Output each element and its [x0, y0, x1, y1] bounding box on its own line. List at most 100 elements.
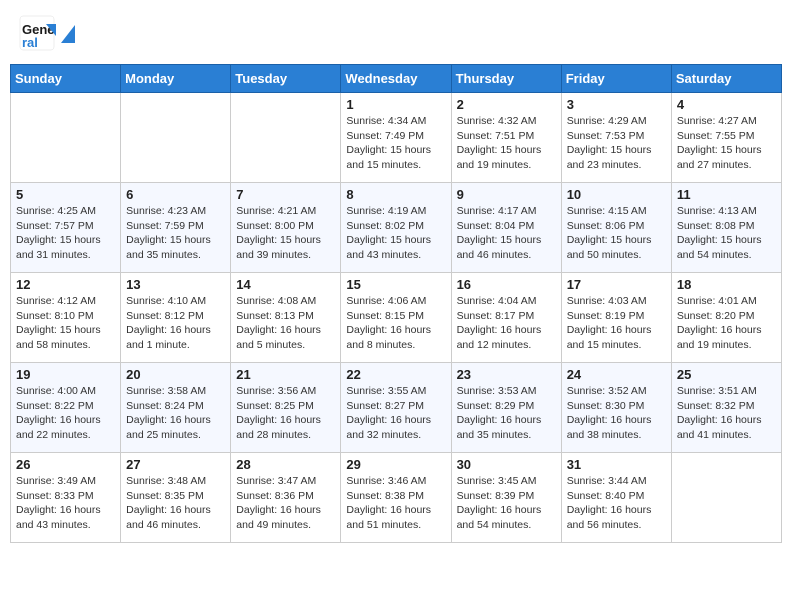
- calendar-cell: 29 Sunrise: 3:46 AM Sunset: 8:38 PM Dayli…: [341, 453, 451, 543]
- day-number: 1: [346, 97, 445, 112]
- day-info: Sunrise: 4:01 AM Sunset: 8:20 PM Dayligh…: [677, 294, 776, 353]
- calendar-cell: 6Sunrise: 4:23 AM Sunset: 7:59 PM Daylig…: [121, 183, 231, 273]
- day-number: 30: [457, 457, 556, 472]
- day-info: Sunrise: 3:49 AM Sunset: 8:33 PM Dayligh…: [16, 474, 115, 533]
- calendar-week-row: 5 Sunrise: 4:25 AM Sunset: 7:57 PM Daylig…: [11, 183, 782, 273]
- weekday-header-thursday: Thursday: [451, 65, 561, 93]
- calendar-cell: [121, 93, 231, 183]
- calendar-header-row: SundayMondayTuesdayWednesdayThursdayFrid…: [11, 65, 782, 93]
- day-number: 26: [16, 457, 115, 472]
- calendar-cell: 11Sunrise: 4:13 AM Sunset: 8:08 PM Dayli…: [671, 183, 781, 273]
- day-number: 5: [16, 187, 115, 202]
- calendar-cell: 2 Sunrise: 4:32 AM Sunset: 7:51 PM Daylig…: [451, 93, 561, 183]
- calendar-week-row: 12Sunrise: 4:12 AM Sunset: 8:10 PM Dayli…: [11, 273, 782, 363]
- day-number: 9: [457, 187, 556, 202]
- day-number: 12: [16, 277, 115, 292]
- day-info: Sunrise: 3:53 AM Sunset: 8:29 PM Dayligh…: [457, 384, 556, 443]
- day-info: Sunrise: 4:32 AM Sunset: 7:51 PM Dayligh…: [457, 114, 556, 173]
- calendar-cell: 23 Sunrise: 3:53 AM Sunset: 8:29 PM Dayli…: [451, 363, 561, 453]
- day-number: 4: [677, 97, 776, 112]
- day-info: Sunrise: 3:55 AM Sunset: 8:27 PM Dayligh…: [346, 384, 445, 443]
- calendar-cell: 4 Sunrise: 4:27 AM Sunset: 7:55 PM Daylig…: [671, 93, 781, 183]
- calendar-cell: 22 Sunrise: 3:55 AM Sunset: 8:27 PM Dayli…: [341, 363, 451, 453]
- calendar-cell: 15Sunrise: 4:06 AM Sunset: 8:15 PM Dayli…: [341, 273, 451, 363]
- calendar-week-row: 1Sunrise: 4:34 AM Sunset: 7:49 PM Daylig…: [11, 93, 782, 183]
- day-number: 21: [236, 367, 335, 382]
- svg-text:ral: ral: [22, 35, 38, 50]
- calendar-table: SundayMondayTuesdayWednesdayThursdayFrid…: [10, 64, 782, 543]
- day-info: Sunrise: 3:47 AM Sunset: 8:36 PM Dayligh…: [236, 474, 335, 533]
- calendar-cell: 20Sunrise: 3:58 AM Sunset: 8:24 PM Dayli…: [121, 363, 231, 453]
- calendar-cell: 28 Sunrise: 3:47 AM Sunset: 8:36 PM Dayli…: [231, 453, 341, 543]
- day-info: Sunrise: 4:27 AM Sunset: 7:55 PM Dayligh…: [677, 114, 776, 173]
- day-info: Sunrise: 3:48 AM Sunset: 8:35 PM Dayligh…: [126, 474, 225, 533]
- calendar-cell: 19Sunrise: 4:00 AM Sunset: 8:22 PM Dayli…: [11, 363, 121, 453]
- logo-arrow-icon: [61, 25, 75, 43]
- calendar-cell: 8Sunrise: 4:19 AM Sunset: 8:02 PM Daylig…: [341, 183, 451, 273]
- calendar-cell: 24 Sunrise: 3:52 AM Sunset: 8:30 PM Dayli…: [561, 363, 671, 453]
- calendar-cell: 18Sunrise: 4:01 AM Sunset: 8:20 PM Dayli…: [671, 273, 781, 363]
- day-info: Sunrise: 4:17 AM Sunset: 8:04 PM Dayligh…: [457, 204, 556, 263]
- day-number: 19: [16, 367, 115, 382]
- weekday-header-friday: Friday: [561, 65, 671, 93]
- calendar-cell: 13 Sunrise: 4:10 AM Sunset: 8:12 PM Dayli…: [121, 273, 231, 363]
- calendar-cell: 14Sunrise: 4:08 AM Sunset: 8:13 PM Dayli…: [231, 273, 341, 363]
- day-number: 20: [126, 367, 225, 382]
- logo-icon: Gene ral: [18, 14, 56, 52]
- day-number: 7: [236, 187, 335, 202]
- day-info: Sunrise: 3:46 AM Sunset: 8:38 PM Dayligh…: [346, 474, 445, 533]
- day-number: 6: [126, 187, 225, 202]
- calendar-cell: 16 Sunrise: 4:04 AM Sunset: 8:17 PM Dayli…: [451, 273, 561, 363]
- day-number: 17: [567, 277, 666, 292]
- calendar-cell: 31 Sunrise: 3:44 AM Sunset: 8:40 PM Dayli…: [561, 453, 671, 543]
- calendar-week-row: 26 Sunrise: 3:49 AM Sunset: 8:33 PM Dayli…: [11, 453, 782, 543]
- day-number: 10: [567, 187, 666, 202]
- day-number: 22: [346, 367, 445, 382]
- day-number: 27: [126, 457, 225, 472]
- calendar-cell: 5 Sunrise: 4:25 AM Sunset: 7:57 PM Daylig…: [11, 183, 121, 273]
- day-number: 11: [677, 187, 776, 202]
- logo: Gene ral: [18, 14, 75, 52]
- day-number: 31: [567, 457, 666, 472]
- calendar-cell: [231, 93, 341, 183]
- weekday-header-sunday: Sunday: [11, 65, 121, 93]
- day-number: 28: [236, 457, 335, 472]
- calendar-cell: 9 Sunrise: 4:17 AM Sunset: 8:04 PM Daylig…: [451, 183, 561, 273]
- calendar-cell: 30 Sunrise: 3:45 AM Sunset: 8:39 PM Dayli…: [451, 453, 561, 543]
- day-info: Sunrise: 3:44 AM Sunset: 8:40 PM Dayligh…: [567, 474, 666, 533]
- day-number: 23: [457, 367, 556, 382]
- day-info: Sunrise: 4:21 AM Sunset: 8:00 PM Dayligh…: [236, 204, 335, 263]
- day-number: 16: [457, 277, 556, 292]
- weekday-header-monday: Monday: [121, 65, 231, 93]
- day-number: 15: [346, 277, 445, 292]
- calendar-cell: 12Sunrise: 4:12 AM Sunset: 8:10 PM Dayli…: [11, 273, 121, 363]
- calendar-cell: 7 Sunrise: 4:21 AM Sunset: 8:00 PM Daylig…: [231, 183, 341, 273]
- calendar-cell: 26 Sunrise: 3:49 AM Sunset: 8:33 PM Dayli…: [11, 453, 121, 543]
- day-info: Sunrise: 3:45 AM Sunset: 8:39 PM Dayligh…: [457, 474, 556, 533]
- day-info: Sunrise: 4:10 AM Sunset: 8:12 PM Dayligh…: [126, 294, 225, 353]
- weekday-header-saturday: Saturday: [671, 65, 781, 93]
- day-info: Sunrise: 3:52 AM Sunset: 8:30 PM Dayligh…: [567, 384, 666, 443]
- day-info: Sunrise: 4:04 AM Sunset: 8:17 PM Dayligh…: [457, 294, 556, 353]
- day-info: Sunrise: 4:25 AM Sunset: 7:57 PM Dayligh…: [16, 204, 115, 263]
- day-number: 2: [457, 97, 556, 112]
- calendar-cell: 25Sunrise: 3:51 AM Sunset: 8:32 PM Dayli…: [671, 363, 781, 453]
- calendar-body: 1Sunrise: 4:34 AM Sunset: 7:49 PM Daylig…: [11, 93, 782, 543]
- calendar-cell: [671, 453, 781, 543]
- day-number: 24: [567, 367, 666, 382]
- calendar-cell: 3Sunrise: 4:29 AM Sunset: 7:53 PM Daylig…: [561, 93, 671, 183]
- calendar-cell: 21Sunrise: 3:56 AM Sunset: 8:25 PM Dayli…: [231, 363, 341, 453]
- day-info: Sunrise: 4:19 AM Sunset: 8:02 PM Dayligh…: [346, 204, 445, 263]
- weekday-header-tuesday: Tuesday: [231, 65, 341, 93]
- calendar-cell: 17 Sunrise: 4:03 AM Sunset: 8:19 PM Dayli…: [561, 273, 671, 363]
- day-info: Sunrise: 4:03 AM Sunset: 8:19 PM Dayligh…: [567, 294, 666, 353]
- day-number: 13: [126, 277, 225, 292]
- day-number: 25: [677, 367, 776, 382]
- calendar-cell: 27 Sunrise: 3:48 AM Sunset: 8:35 PM Dayli…: [121, 453, 231, 543]
- day-number: 29: [346, 457, 445, 472]
- calendar-cell: 10 Sunrise: 4:15 AM Sunset: 8:06 PM Dayli…: [561, 183, 671, 273]
- day-info: Sunrise: 4:15 AM Sunset: 8:06 PM Dayligh…: [567, 204, 666, 263]
- calendar-cell: 1Sunrise: 4:34 AM Sunset: 7:49 PM Daylig…: [341, 93, 451, 183]
- page-header: Gene ral: [10, 10, 782, 56]
- calendar-cell: [11, 93, 121, 183]
